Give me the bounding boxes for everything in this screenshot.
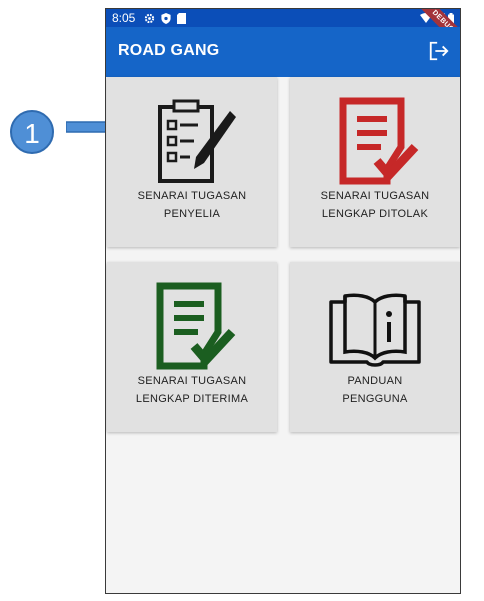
status-time: 8:05 <box>112 11 136 25</box>
document-check-red-icon <box>339 97 419 185</box>
status-bar: 8:05 DEBUG <box>106 9 460 51</box>
tile-label-line2: LENGKAP DITOLAK <box>321 208 429 220</box>
callout-badge: 1 <box>10 110 54 154</box>
tile-panduan-pengguna[interactable]: PANDUAN PENGGUNA <box>290 262 460 432</box>
tile-label: SENARAI TUGASAN LENGKAP DITOLAK <box>290 187 460 223</box>
document-check-green-icon <box>156 282 236 370</box>
sd-card-icon <box>177 12 186 24</box>
tile-label-line2: PENYELIA <box>163 208 221 220</box>
tile-senarai-tugasan-lengkap-diterima[interactable]: SENARAI TUGASAN LENGKAP DITERIMA <box>107 262 277 432</box>
tile-label: SENARAI TUGASAN PENYELIA <box>107 187 277 223</box>
tile-label-line1: SENARAI TUGASAN <box>137 375 247 387</box>
clipboard-pencil-icon <box>158 99 236 183</box>
tile-label-line1: SENARAI TUGASAN <box>137 190 247 202</box>
tile-senarai-tugasan-penyelia[interactable]: SENARAI TUGASAN PENYELIA <box>107 77 277 247</box>
app-title: ROAD GANG <box>118 42 220 59</box>
tile-senarai-tugasan-lengkap-ditolak[interactable]: SENARAI TUGASAN LENGKAP DITOLAK <box>290 77 460 247</box>
shield-icon <box>161 12 171 24</box>
logout-icon[interactable] <box>428 40 450 62</box>
callout-number: 1 <box>24 118 40 149</box>
tile-label: SENARAI TUGASAN LENGKAP DITERIMA <box>107 372 277 408</box>
tile-label-line1: SENARAI TUGASAN <box>320 190 430 202</box>
tile-label-line2: PENGGUNA <box>342 393 408 405</box>
open-book-info-icon <box>329 293 421 367</box>
phone-screen: 8:05 DEBUG ROAD GANG SENARAI TUGASAN PEN… <box>105 8 461 594</box>
gear-icon <box>144 13 155 23</box>
app-bar: ROAD GANG <box>106 27 460 77</box>
tile-label: PANDUAN PENGGUNA <box>290 372 460 408</box>
tile-label-line2: LENGKAP DITERIMA <box>135 393 249 405</box>
tile-label-line1: PANDUAN <box>347 375 403 387</box>
